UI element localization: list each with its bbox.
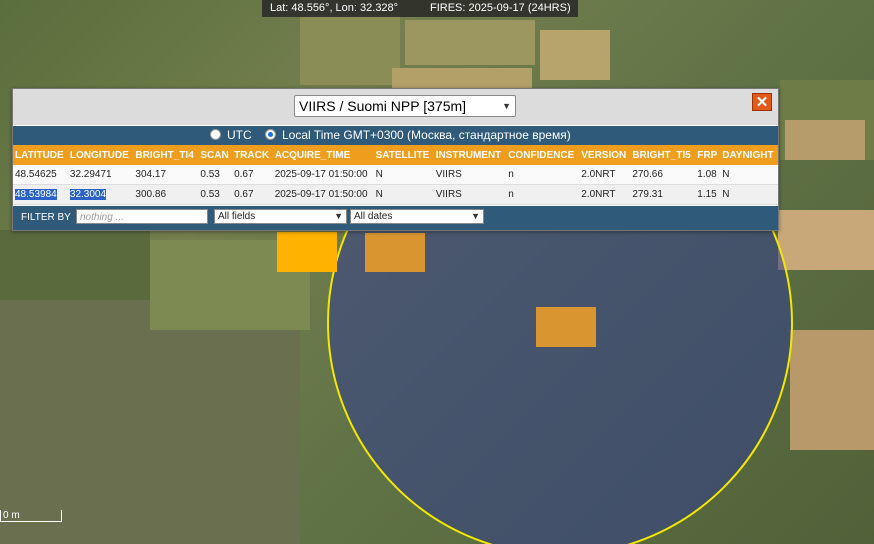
- filter-date-value: All dates: [354, 211, 393, 222]
- column-header[interactable]: FRP: [695, 145, 721, 165]
- table-header-row: LATITUDE LONGITUDE BRIGHT_TI4 SCAN TRACK…: [13, 145, 778, 165]
- fires-date-label: FIRES: 2025-09-17 (24HRS): [430, 2, 571, 14]
- column-header[interactable]: SATELLITE: [373, 145, 434, 165]
- local-time-radio[interactable]: [265, 129, 276, 140]
- table-cell: N: [720, 165, 778, 185]
- table-cell: 32.29471: [67, 165, 134, 185]
- table-cell: 1.08: [695, 165, 721, 185]
- column-header[interactable]: SCAN: [198, 145, 233, 165]
- table-cell: 32.3004: [67, 184, 134, 205]
- column-header[interactable]: INSTRUMENT: [433, 145, 507, 165]
- table-cell: 2025-09-17 01:50:00: [272, 165, 374, 185]
- column-header[interactable]: ACQUIRE_TIME: [272, 145, 374, 165]
- map-field: [300, 15, 400, 85]
- table-cell: n: [506, 184, 580, 205]
- panel-header: VIIRS / Suomi NPP [375m] ▼ ✕: [13, 89, 778, 125]
- utc-label: UTC: [227, 128, 252, 142]
- scale-label: 0 m: [3, 510, 20, 521]
- map-field: [405, 20, 535, 65]
- column-header[interactable]: CONFIDENCE: [506, 145, 580, 165]
- column-header[interactable]: LONGITUDE: [67, 145, 134, 165]
- chevron-down-icon: ▼: [502, 101, 511, 111]
- satellite-select[interactable]: VIIRS / Suomi NPP [375m] ▼: [294, 95, 516, 117]
- filter-date-select[interactable]: All dates ▼: [350, 209, 484, 224]
- map-scale-bar: 0 m: [0, 510, 62, 522]
- satellite-map[interactable]: 0 m: [0, 0, 874, 544]
- map-field: [392, 68, 532, 90]
- close-icon: ✕: [755, 94, 769, 111]
- filter-input[interactable]: nothing ...: [76, 209, 208, 224]
- table-cell: 2.0NRT: [579, 184, 631, 205]
- chevron-down-icon: ▼: [471, 211, 480, 221]
- utc-radio[interactable]: [210, 129, 221, 140]
- table-cell: 270.66: [630, 165, 696, 185]
- table-cell: 48.53984: [13, 184, 68, 205]
- table-row[interactable]: 48.54625 32.29471 304.17 0.53 0.67 2025-…: [13, 165, 778, 185]
- fires-table: LATITUDE LONGITUDE BRIGHT_TI4 SCAN TRACK…: [13, 145, 778, 205]
- filter-field-value: All fields: [218, 211, 256, 222]
- table-cell: 0.67: [232, 184, 273, 205]
- satellite-select-value: VIIRS / Suomi NPP [375m]: [299, 98, 467, 114]
- filter-field-select[interactable]: All fields ▼: [214, 209, 347, 224]
- local-time-label: Local Time GMT+0300 (Москва, стандартное…: [282, 128, 571, 142]
- table-cell: 1.15: [695, 184, 721, 205]
- table-cell: 48.54625: [13, 165, 68, 185]
- filter-label: FILTER BY: [21, 212, 71, 223]
- close-button[interactable]: ✕: [752, 93, 772, 111]
- column-header[interactable]: LATITUDE: [13, 145, 68, 165]
- table-cell: 304.17: [133, 165, 199, 185]
- selected-text: 32.3004: [69, 189, 107, 200]
- table-cell: N: [373, 165, 434, 185]
- selected-text: 48.53984: [15, 189, 57, 200]
- fire-pixel-warm[interactable]: [536, 307, 596, 347]
- fire-info-panel: VIIRS / Suomi NPP [375m] ▼ ✕ UTC Local T…: [12, 88, 779, 231]
- column-header[interactable]: BRIGHT_TI5: [630, 145, 696, 165]
- status-bar: Lat: 48.556°, Lon: 32.328° FIRES: 2025-0…: [262, 0, 578, 17]
- column-header[interactable]: DAYNIGHT: [720, 145, 778, 165]
- timezone-bar: UTC Local Time GMT+0300 (Москва, стандар…: [13, 126, 778, 145]
- chevron-down-icon: ▼: [334, 211, 343, 221]
- filter-bar: FILTER BY nothing ... All fields ▼ All d…: [13, 206, 778, 230]
- column-header[interactable]: VERSION: [579, 145, 631, 165]
- table-cell: n: [506, 165, 580, 185]
- map-field: [785, 120, 865, 160]
- table-cell: 279.31: [630, 184, 696, 205]
- column-header[interactable]: TRACK: [232, 145, 273, 165]
- table-cell: VIIRS: [433, 165, 507, 185]
- table-cell: VIIRS: [433, 184, 507, 205]
- fire-pixel-hot[interactable]: [277, 232, 337, 272]
- table-cell: 0.53: [198, 165, 233, 185]
- map-field: [790, 330, 874, 450]
- map-field: [540, 30, 610, 80]
- fire-pixel-warm[interactable]: [365, 233, 425, 272]
- table-row[interactable]: 48.53984 32.3004 300.86 0.53 0.67 2025-0…: [13, 184, 778, 205]
- map-field: [0, 230, 150, 300]
- table-cell: 2025-09-17 01:50:00: [272, 184, 374, 205]
- map-field: [0, 300, 300, 544]
- table-cell: N: [373, 184, 434, 205]
- cursor-coordinates: Lat: 48.556°, Lon: 32.328°: [270, 2, 399, 14]
- map-field: [778, 210, 874, 270]
- column-header[interactable]: BRIGHT_TI4: [133, 145, 199, 165]
- table-cell: 300.86: [133, 184, 199, 205]
- table-cell: N: [720, 184, 778, 205]
- table-cell: 2.0NRT: [579, 165, 631, 185]
- table-cell: 0.53: [198, 184, 233, 205]
- table-cell: 0.67: [232, 165, 273, 185]
